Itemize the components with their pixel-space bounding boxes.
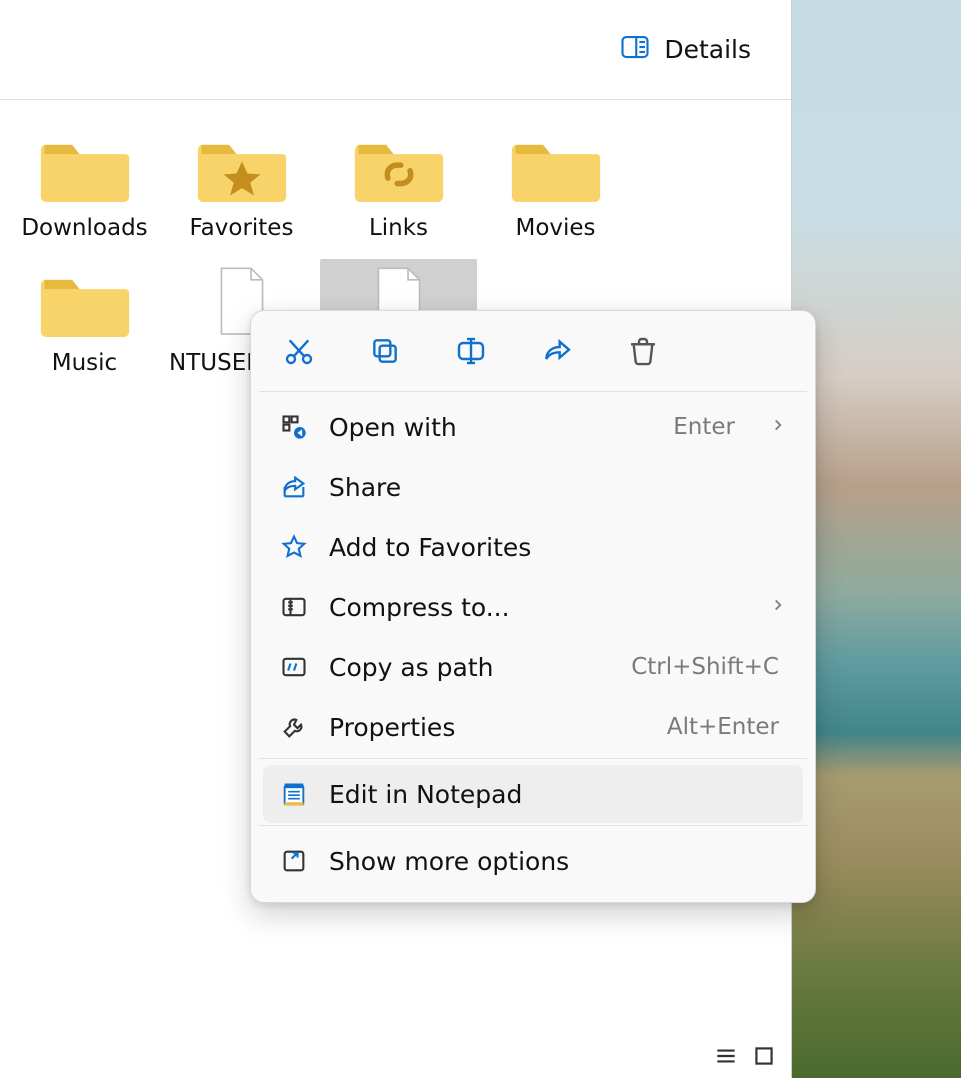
folder-icon bbox=[39, 130, 131, 208]
share-arrow-icon bbox=[541, 335, 573, 371]
chevron-right-icon bbox=[769, 415, 787, 439]
separator bbox=[259, 391, 807, 392]
view-icons-button[interactable] bbox=[749, 1041, 779, 1071]
menu-share[interactable]: Share bbox=[263, 458, 803, 516]
zip-icon bbox=[279, 592, 309, 622]
folder-favorites-icon bbox=[196, 130, 288, 208]
desktop-wallpaper bbox=[792, 0, 961, 1078]
menu-accelerator: Enter bbox=[673, 414, 735, 440]
menu-add-favorites[interactable]: Add to Favorites bbox=[263, 518, 803, 576]
cut-button[interactable] bbox=[279, 333, 319, 373]
menu-label: Add to Favorites bbox=[329, 533, 787, 562]
item-label: Links bbox=[369, 214, 428, 243]
open-with-icon bbox=[279, 412, 309, 442]
menu-label: Compress to... bbox=[329, 593, 743, 622]
rename-button[interactable] bbox=[451, 333, 491, 373]
menu-label: Open with bbox=[329, 413, 653, 442]
item-label: Music bbox=[52, 349, 117, 378]
details-pane-button[interactable]: Details bbox=[620, 32, 751, 68]
scissors-icon bbox=[283, 335, 315, 371]
menu-copy-path[interactable]: Copy as path Ctrl+Shift+C bbox=[263, 638, 803, 696]
expand-icon bbox=[279, 846, 309, 876]
folder-favorites[interactable]: Favorites bbox=[163, 124, 320, 253]
menu-accelerator: Alt+Enter bbox=[667, 714, 779, 740]
context-menu-action-row bbox=[259, 319, 807, 391]
copy-button[interactable] bbox=[365, 333, 405, 373]
menu-edit-notepad[interactable]: Edit in Notepad bbox=[263, 765, 803, 823]
menu-label: Properties bbox=[329, 713, 647, 742]
folder-links-icon bbox=[353, 130, 445, 208]
menu-open-with[interactable]: Open with Enter bbox=[263, 398, 803, 456]
explorer-toolbar: Details bbox=[0, 0, 791, 100]
chevron-right-icon bbox=[769, 595, 787, 619]
menu-compress[interactable]: Compress to... bbox=[263, 578, 803, 636]
folder-movies[interactable]: Movies bbox=[477, 124, 634, 253]
separator bbox=[259, 758, 807, 759]
folder-links[interactable]: Links bbox=[320, 124, 477, 253]
menu-label: Copy as path bbox=[329, 653, 611, 682]
details-pane-icon bbox=[620, 32, 650, 68]
share-icon bbox=[279, 472, 309, 502]
menu-label: Show more options bbox=[329, 847, 787, 876]
star-icon bbox=[279, 532, 309, 562]
menu-show-more[interactable]: Show more options bbox=[263, 832, 803, 890]
copy-icon bbox=[369, 335, 401, 371]
menu-properties[interactable]: Properties Alt+Enter bbox=[263, 698, 803, 756]
item-label: Favorites bbox=[190, 214, 294, 243]
copy-path-icon bbox=[279, 652, 309, 682]
context-menu: Open with Enter Share Add to Favorites C… bbox=[250, 310, 816, 903]
trash-icon bbox=[627, 335, 659, 371]
status-bar bbox=[0, 1034, 791, 1078]
folder-icon bbox=[510, 130, 602, 208]
folder-downloads[interactable]: Downloads bbox=[6, 124, 163, 253]
folder-music[interactable]: Music bbox=[6, 259, 163, 388]
menu-label: Edit in Notepad bbox=[329, 780, 787, 809]
item-label: Movies bbox=[515, 214, 595, 243]
view-list-button[interactable] bbox=[711, 1041, 741, 1071]
notepad-icon bbox=[279, 779, 309, 809]
menu-accelerator: Ctrl+Shift+C bbox=[631, 654, 779, 680]
separator bbox=[259, 825, 807, 826]
rename-icon bbox=[455, 335, 487, 371]
folder-icon bbox=[39, 265, 131, 343]
share-button[interactable] bbox=[537, 333, 577, 373]
delete-button[interactable] bbox=[623, 333, 663, 373]
wrench-icon bbox=[279, 712, 309, 742]
menu-label: Share bbox=[329, 473, 787, 502]
details-pane-label: Details bbox=[664, 35, 751, 64]
item-label: Downloads bbox=[21, 214, 147, 243]
